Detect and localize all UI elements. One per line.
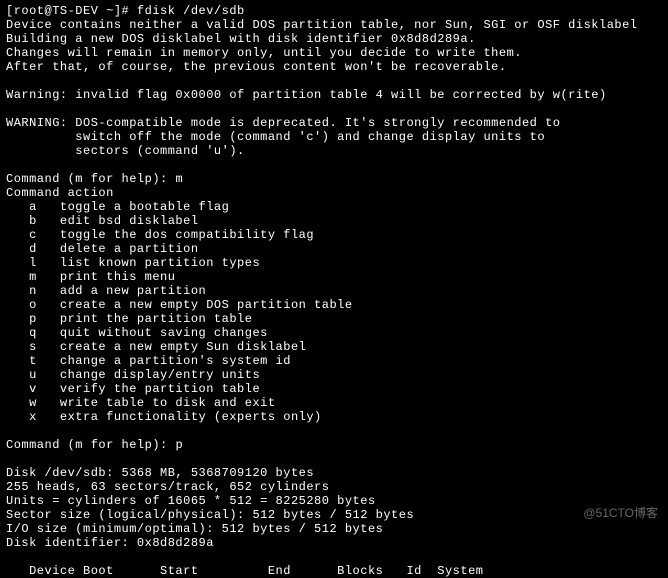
- action-line: p print the partition table: [6, 312, 662, 326]
- fdisk-input: m: [175, 172, 183, 186]
- shell-prompt: [root@TS-DEV ~]#: [6, 4, 129, 18]
- output-line: Changes will remain in memory only, unti…: [6, 46, 662, 60]
- action-line: o create a new empty DOS partition table: [6, 298, 662, 312]
- action-line: s create a new empty Sun disklabel: [6, 340, 662, 354]
- disk-info-line: 255 heads, 63 sectors/track, 652 cylinde…: [6, 480, 662, 494]
- action-line: q quit without saving changes: [6, 326, 662, 340]
- blank-line: [6, 452, 662, 466]
- action-line: a toggle a bootable flag: [6, 200, 662, 214]
- action-line: n add a new partition: [6, 284, 662, 298]
- warning-line: sectors (command 'u').: [6, 144, 662, 158]
- action-line: d delete a partition: [6, 242, 662, 256]
- shell-command: fdisk /dev/sdb: [137, 4, 245, 18]
- action-line: u change display/entry units: [6, 368, 662, 382]
- output-line: After that, of course, the previous cont…: [6, 60, 662, 74]
- blank-line: [6, 424, 662, 438]
- disk-info-line: Disk identifier: 0x8d8d289a: [6, 536, 662, 550]
- blank-line: [6, 102, 662, 116]
- fdisk-prompt: Command (m for help):: [6, 172, 175, 186]
- disk-info-line: I/O size (minimum/optimal): 512 bytes / …: [6, 522, 662, 536]
- disk-info-line: Sector size (logical/physical): 512 byte…: [6, 508, 662, 522]
- warning-line: WARNING: DOS-compatible mode is deprecat…: [6, 116, 662, 130]
- action-line: w write table to disk and exit: [6, 396, 662, 410]
- disk-info-line: Disk /dev/sdb: 5368 MB, 5368709120 bytes: [6, 466, 662, 480]
- action-line: t change a partition's system id: [6, 354, 662, 368]
- fdisk-prompt-line[interactable]: Command (m for help): p: [6, 438, 662, 452]
- fdisk-input: p: [175, 438, 183, 452]
- action-line: c toggle the dos compatibility flag: [6, 228, 662, 242]
- fdisk-prompt: Command (m for help):: [6, 438, 175, 452]
- shell-prompt-line[interactable]: [root@TS-DEV ~]# fdisk /dev/sdb: [6, 4, 662, 18]
- blank-line: [6, 550, 662, 564]
- partition-table-header: Device Boot Start End Blocks Id System: [6, 564, 662, 578]
- blank-line: [6, 74, 662, 88]
- action-line: x extra functionality (experts only): [6, 410, 662, 424]
- warning-line: switch off the mode (command 'c') and ch…: [6, 130, 662, 144]
- output-line: Building a new DOS disklabel with disk i…: [6, 32, 662, 46]
- disk-info-line: Units = cylinders of 16065 * 512 = 82252…: [6, 494, 662, 508]
- action-line: b edit bsd disklabel: [6, 214, 662, 228]
- action-header: Command action: [6, 186, 662, 200]
- action-line: m print this menu: [6, 270, 662, 284]
- fdisk-prompt-line[interactable]: Command (m for help): m: [6, 172, 662, 186]
- warning-line: Warning: invalid flag 0x0000 of partitio…: [6, 88, 662, 102]
- action-line: v verify the partition table: [6, 382, 662, 396]
- output-line: Device contains neither a valid DOS part…: [6, 18, 662, 32]
- action-line: l list known partition types: [6, 256, 662, 270]
- watermark: @51CTO博客: [583, 506, 658, 520]
- blank-line: [6, 158, 662, 172]
